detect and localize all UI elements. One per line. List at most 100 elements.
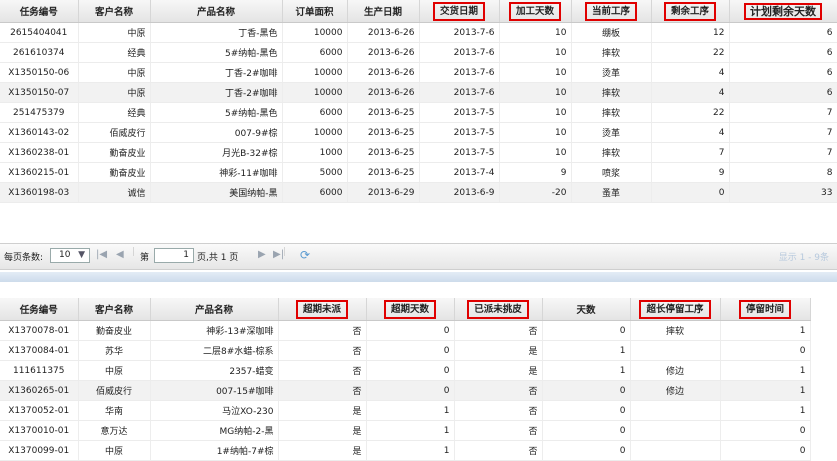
table-cell: 2013-6-29	[347, 182, 420, 203]
table-cell: 0	[366, 340, 455, 361]
table-cell: 7	[729, 122, 837, 143]
table-cell: 摔软	[571, 142, 652, 163]
table-row[interactable]: X1350150-07 中原 丁香-2#咖啡 10000 2013-6-26 2013-7…	[0, 82, 837, 103]
table-cell: 否	[278, 340, 367, 361]
col-task-id[interactable]: 任务编号	[0, 0, 79, 23]
pagination-bar: 每页条数: 10 ▼ |◀ ◀ | 第 1 页,共 1 页 ▶ ▶| | ⟳ 显示…	[0, 243, 837, 270]
col-long-stay-step[interactable]: 超长停留工序	[630, 298, 721, 321]
table-row[interactable]: X1360265-01 佰威皮行 007-15#咖啡否 0 否 0 修边 1	[0, 380, 811, 401]
page-info: 显示 1 - 9条	[778, 253, 829, 263]
col-product[interactable]: 产品名称	[150, 0, 283, 23]
table-cell: 勤奋皮业	[78, 320, 151, 341]
table-row[interactable]: 261610374 经典 5#纳帕-黑色 6000 2013-6-26 2013-7-6 1…	[0, 42, 837, 63]
col-customer[interactable]: 客户名称	[78, 0, 151, 23]
table-cell: 丁香-2#咖啡	[150, 62, 283, 83]
table-cell: X1370099-01	[0, 440, 79, 461]
table-row[interactable]: X1360143-02 佰威皮行 007-9#棕 10000 2013-6-25 2013…	[0, 122, 837, 143]
prev-page-icon[interactable]: ◀	[116, 249, 124, 260]
table-cell: 摔软	[630, 320, 721, 341]
refresh-icon[interactable]: ⟳	[300, 248, 310, 262]
table-row[interactable]: X1370010-01 意万达 MG纳帕-2-黑是 1 否 0 0	[0, 420, 811, 441]
table-cell: 2013-6-25	[347, 102, 420, 123]
page-size-label: 每页条数:	[4, 253, 44, 263]
col-overdue-unassigned[interactable]: 超期未派	[278, 298, 367, 321]
table-cell: 0	[542, 400, 631, 421]
col-process-days[interactable]: 加工天数	[499, 0, 572, 23]
table-cell: 1	[720, 400, 811, 421]
table-cell: 1	[366, 400, 455, 421]
table-row[interactable]: X1370099-01 中原 1#纳帕-7#棕是 1 否 0 0	[0, 440, 811, 461]
table-cell: 10	[499, 22, 572, 43]
table-cell: 喷浆	[571, 162, 652, 183]
table-row[interactable]: X1360238-01 勤奋皮业 月光B-32#棕 1000 2013-6-25 2013…	[0, 142, 837, 163]
highlight-box: 超长停留工序	[639, 299, 711, 319]
table-cell: 摔软	[571, 42, 652, 63]
col-stay-time[interactable]: 停留时间	[720, 298, 811, 321]
table-cell: X1370010-01	[0, 420, 79, 441]
table-row[interactable]: 111611375 中原 2357-蜡变否 0 是 1 修边 1	[0, 360, 811, 381]
table-cell: 马泣XO-230	[150, 400, 279, 421]
table-row[interactable]: X1370052-01 华南 马泣XO-230 是 1 否 0 1	[0, 400, 811, 421]
table-cell: -20	[499, 182, 572, 203]
col-current-step[interactable]: 当前工序	[571, 0, 652, 23]
table-cell: 261610374	[0, 42, 79, 63]
table-row[interactable]: X1350150-06 中原 丁香-2#咖啡 10000 2013-6-26 2013-7…	[0, 62, 837, 83]
table-cell: 9	[499, 162, 572, 183]
table-cell: 勤奋皮业	[78, 162, 151, 183]
table-cell: 22	[651, 102, 730, 123]
table-cell: 烫革	[571, 62, 652, 83]
table-cell: 10000	[282, 22, 348, 43]
next-page-icon[interactable]: ▶	[258, 249, 266, 260]
table-cell: 佰威皮行	[78, 380, 151, 401]
table-row[interactable]: X1360215-01 勤奋皮业 神彩-11#咖啡 5000 2013-6-25 2013…	[0, 162, 837, 183]
table-cell: 否	[278, 380, 367, 401]
table-row[interactable]: 251475379 经典 5#纳帕-黑色 6000 2013-6-25 2013-7-5 1…	[0, 102, 837, 123]
col-planned-remaining-days[interactable]: 计划剩余天数	[729, 0, 837, 23]
highlight-box: 超期未派	[295, 299, 348, 319]
table-cell: 2013-7-5	[419, 122, 500, 143]
table-row[interactable]: 2615404041 中原 丁香-黑色 10000 2013-6-26 2013-7-6 1…	[0, 22, 837, 43]
col-overdue-days[interactable]: 超期天数	[366, 298, 455, 321]
separator: |	[132, 247, 136, 257]
first-page-icon[interactable]: |◀	[96, 249, 107, 260]
table-row[interactable]: X1370078-01 勤奋皮业 神彩-13#深咖啡否 0 否 0 摔软 1	[0, 320, 811, 341]
tasks-header-row: 任务编号 客户名称 产品名称 订单面积 生产日期 交货日期 加工天数 当前工序 …	[0, 0, 837, 23]
col-production-date[interactable]: 生产日期	[347, 0, 420, 23]
col-customer[interactable]: 客户名称	[78, 298, 151, 321]
table-cell: 2013-7-6	[419, 42, 500, 63]
table-cell: 7	[729, 102, 837, 123]
col-task-id[interactable]: 任务编号	[0, 298, 79, 321]
table-cell: MG纳帕-2-黑	[150, 420, 279, 441]
table-cell: 经典	[78, 102, 151, 123]
table-cell: 诚信	[78, 182, 151, 203]
table-cell: 007-9#棕	[150, 122, 283, 143]
chevron-down-icon: ▼	[78, 250, 85, 260]
col-days[interactable]: 天数	[542, 298, 631, 321]
col-delivery-date[interactable]: 交货日期	[419, 0, 500, 23]
table-cell: 10	[499, 62, 572, 83]
col-assigned-not-picked[interactable]: 已派未挑皮	[454, 298, 543, 321]
table-cell: 0	[542, 440, 631, 461]
table-cell: 9	[651, 162, 730, 183]
table-cell: 否	[454, 380, 543, 401]
page-number-input[interactable]: 1	[154, 248, 194, 263]
table-cell: 6	[729, 22, 837, 43]
page-size-select[interactable]: 10 ▼	[50, 248, 90, 263]
table-cell: 7	[651, 142, 730, 163]
table-cell: X1350150-07	[0, 82, 79, 103]
col-product[interactable]: 产品名称	[150, 298, 279, 321]
table-row[interactable]: X1360198-03 诚信 美国纳帕-黑 6000 2013-6-29 2013-6-9…	[0, 182, 837, 203]
table-cell: 6	[729, 82, 837, 103]
table-cell: X1360238-01	[0, 142, 79, 163]
table-cell: 0	[366, 360, 455, 381]
table-cell: 摔软	[571, 102, 652, 123]
col-remaining-steps[interactable]: 剩余工序	[651, 0, 730, 23]
col-order-area[interactable]: 订单面积	[282, 0, 348, 23]
table-cell: 2013-7-6	[419, 22, 500, 43]
table-row[interactable]: X1370084-01 苏华 二层8#水蜡-棕系否 0 是 1 0	[0, 340, 811, 361]
table-cell: 1	[542, 340, 631, 361]
table-cell: 是	[454, 340, 543, 361]
tasks-grid: 任务编号 客户名称 产品名称 订单面积 生产日期 交货日期 加工天数 当前工序 …	[0, 0, 837, 203]
separator: |	[283, 247, 287, 257]
highlight-box: 已派未挑皮	[467, 299, 529, 319]
